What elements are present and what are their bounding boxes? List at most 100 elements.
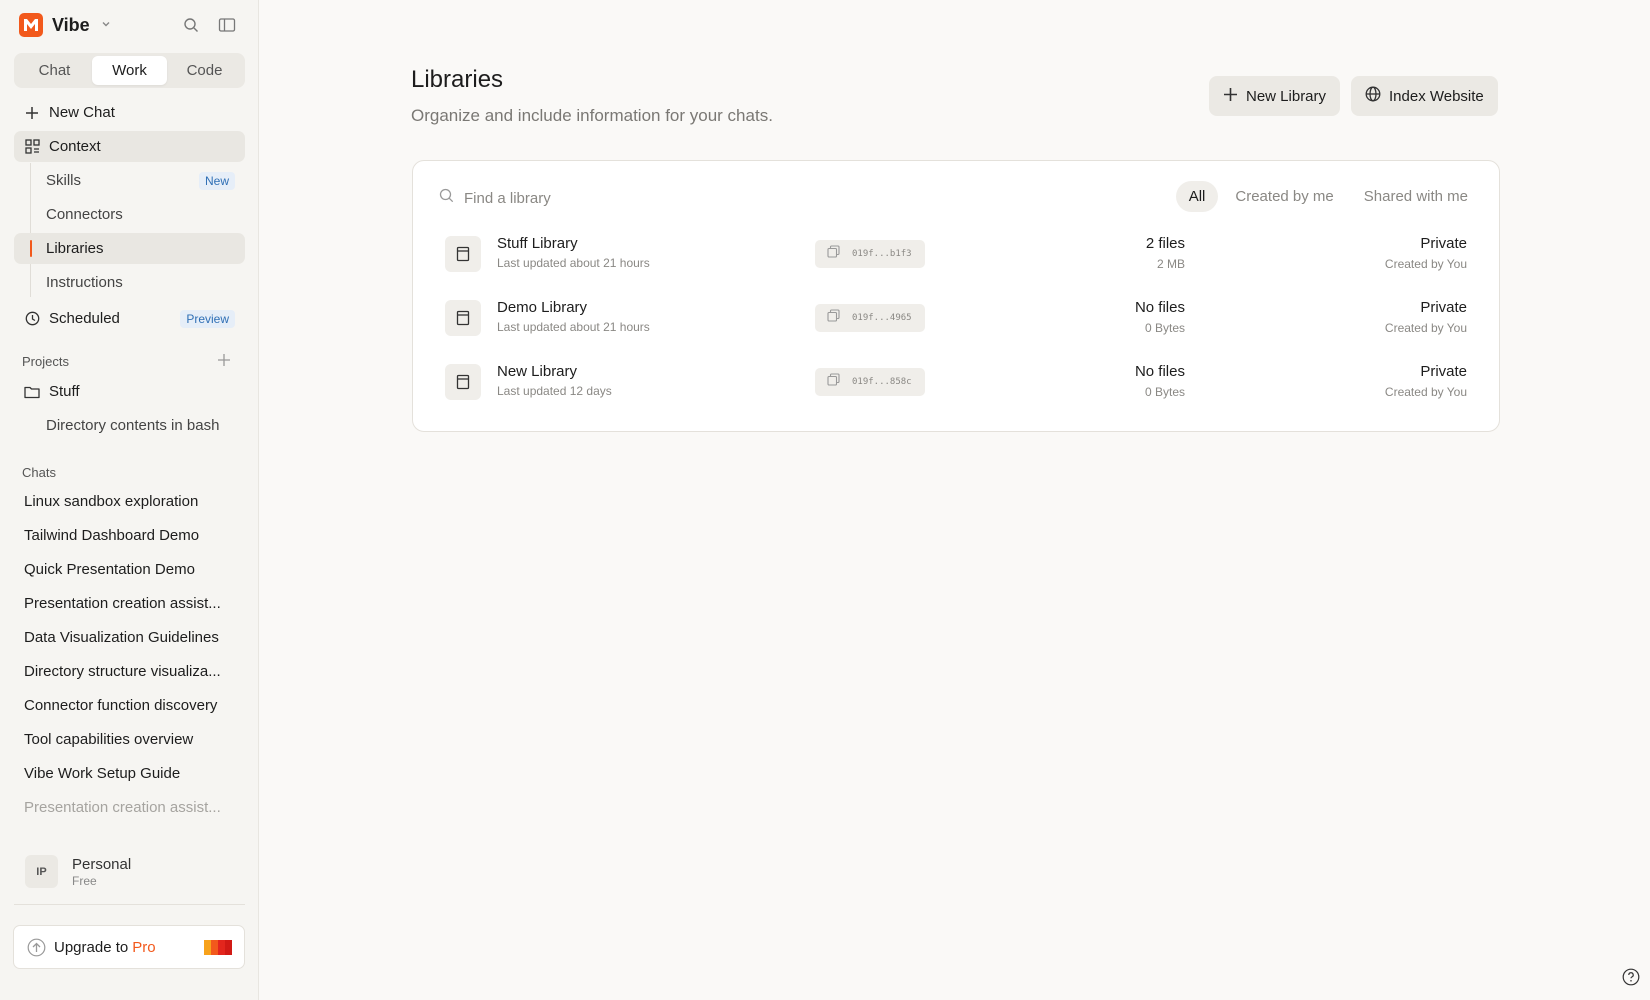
library-visibility: Private: [1420, 235, 1467, 252]
pro-label: Pro: [132, 938, 156, 956]
search-icon: [439, 188, 454, 208]
account-switcher[interactable]: IP Personal Free: [25, 855, 131, 888]
index-website-label: Index Website: [1389, 87, 1484, 105]
library-updated: Last updated 12 days: [497, 384, 612, 398]
new-badge: New: [198, 171, 235, 190]
library-name: Demo Library: [497, 299, 588, 316]
app-name: Vibe: [52, 14, 90, 35]
library-row[interactable]: New Library Last updated 12 days 019f...…: [413, 351, 1499, 415]
library-id: 019f...858c: [852, 377, 912, 387]
search-icon[interactable]: [182, 16, 200, 34]
upgrade-button[interactable]: Upgrade to Pro: [13, 925, 245, 969]
divider: [14, 904, 245, 905]
tab-code[interactable]: Code: [167, 56, 242, 85]
projects-heading: Projects: [22, 354, 69, 369]
copy-id-button[interactable]: 019f...b1f3: [815, 240, 925, 268]
library-id: 019f...4965: [852, 313, 912, 323]
chat-item[interactable]: Connector function discovery: [24, 697, 239, 714]
toggle-sidebar-icon[interactable]: [218, 16, 236, 34]
sidebar: Vibe Chat Work Code New Chat Context Ski…: [0, 0, 259, 1000]
globe-icon: [1365, 86, 1381, 106]
library-creator: Created by You: [1384, 321, 1467, 335]
library-row[interactable]: Demo Library Last updated about 21 hours…: [413, 287, 1499, 351]
chat-item[interactable]: Data Visualization Guidelines: [24, 629, 239, 646]
filter-tabs: All Created by me Shared with me: [1175, 181, 1481, 212]
library-creator: Created by You: [1384, 385, 1467, 399]
workspace-switcher[interactable]: Vibe: [19, 13, 111, 37]
library-icon: [445, 364, 481, 400]
chat-item[interactable]: Quick Presentation Demo: [24, 561, 239, 578]
help-icon[interactable]: [1622, 968, 1640, 986]
new-chat-button[interactable]: New Chat: [14, 97, 245, 128]
scheduled-label: Scheduled: [49, 310, 120, 327]
filter-created-by-me[interactable]: Created by me: [1222, 181, 1346, 212]
chat-item[interactable]: Linux sandbox exploration: [24, 493, 239, 510]
sidebar-item-libraries[interactable]: Libraries: [14, 233, 245, 264]
chat-item[interactable]: Tool capabilities overview: [24, 731, 239, 748]
copy-icon: [827, 309, 840, 327]
sidebar-item-connectors[interactable]: Connectors: [14, 199, 245, 230]
libraries-label: Libraries: [46, 240, 104, 257]
project-item-stuff[interactable]: Stuff: [14, 376, 245, 407]
copy-icon: [827, 373, 840, 391]
library-file-count: 2 files: [1145, 235, 1185, 252]
library-updated: Last updated about 21 hours: [497, 256, 650, 270]
chevron-down-icon: [101, 16, 111, 34]
library-row[interactable]: Stuff Library Last updated about 21 hour…: [413, 223, 1499, 287]
avatar: IP: [25, 855, 58, 888]
account-name: Personal: [72, 855, 132, 873]
context-label: Context: [49, 138, 101, 155]
library-size: 2 MB: [1156, 257, 1185, 271]
sidebar-item-instructions[interactable]: Instructions: [14, 267, 245, 298]
library-size: 0 Bytes: [1144, 385, 1185, 399]
new-chat-label: New Chat: [49, 104, 115, 121]
connectors-label: Connectors: [46, 206, 123, 223]
library-file-count: No files: [1134, 299, 1185, 316]
brand-stripes-icon: [204, 940, 232, 955]
chat-item[interactable]: Directory structure visualiza...: [24, 663, 239, 680]
mode-switcher: Chat Work Code: [14, 53, 245, 88]
library-name: Stuff Library: [497, 235, 578, 252]
preview-badge: Preview: [180, 309, 235, 328]
project-chat-item[interactable]: Directory contents in bash: [14, 410, 245, 441]
tab-work[interactable]: Work: [92, 56, 167, 85]
copy-icon: [827, 245, 840, 263]
filter-shared-with-me[interactable]: Shared with me: [1351, 181, 1481, 212]
upgrade-label: Upgrade to: [54, 938, 129, 956]
main-content: Libraries Organize and include informati…: [259, 0, 1650, 1000]
library-icon: [445, 300, 481, 336]
context-grid-icon: [24, 139, 40, 155]
index-website-button[interactable]: Index Website: [1351, 76, 1498, 116]
sidebar-item-scheduled[interactable]: Scheduled Preview: [14, 303, 245, 334]
clock-icon: [24, 311, 40, 327]
new-library-button[interactable]: New Library: [1209, 76, 1341, 116]
copy-id-button[interactable]: 019f...4965: [815, 304, 925, 332]
project-chat-label: Directory contents in bash: [46, 417, 220, 434]
library-visibility: Private: [1420, 363, 1467, 380]
chat-item[interactable]: Presentation creation assist...: [24, 595, 239, 612]
skills-label: Skills: [46, 172, 82, 189]
arrow-up-circle-icon: [27, 938, 46, 957]
page-title: Libraries: [411, 66, 504, 93]
filter-all[interactable]: All: [1175, 181, 1219, 212]
library-file-count: No files: [1134, 363, 1185, 380]
instructions-label: Instructions: [46, 274, 123, 291]
new-library-label: New Library: [1246, 87, 1327, 105]
chat-item[interactable]: Presentation creation assist...: [24, 799, 239, 816]
copy-id-button[interactable]: 019f...858c: [815, 368, 925, 396]
project-name: Stuff: [49, 383, 80, 400]
chat-item[interactable]: Tailwind Dashboard Demo: [24, 527, 239, 544]
search-input[interactable]: [464, 189, 764, 207]
chat-item[interactable]: Vibe Work Setup Guide: [24, 765, 239, 782]
account-plan: Free: [72, 873, 97, 888]
sidebar-item-skills[interactable]: Skills New: [14, 165, 245, 196]
add-project-icon[interactable]: [216, 352, 232, 368]
page-subtitle: Organize and include information for you…: [411, 106, 773, 125]
library-creator: Created by You: [1384, 257, 1467, 271]
sidebar-item-context[interactable]: Context: [14, 131, 245, 162]
folder-icon: [24, 384, 40, 400]
library-icon: [445, 236, 481, 272]
library-id: 019f...b1f3: [852, 249, 912, 259]
plus-icon: [24, 105, 40, 121]
tab-chat[interactable]: Chat: [17, 56, 92, 85]
